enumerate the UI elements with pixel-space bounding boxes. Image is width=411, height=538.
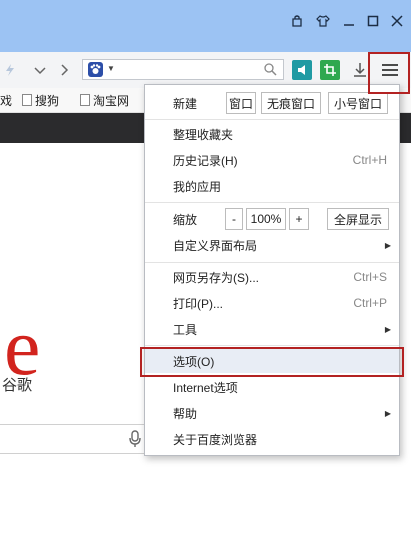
menu-item-help[interactable]: 帮助 ▶ [145,401,399,425]
menu-item-label: 网页另存为(S)... [173,270,259,285]
chevron-down-icon[interactable] [30,60,50,80]
menu-item-custom-layout[interactable]: 自定义界面布局 ▶ [145,233,399,257]
chevron-right-icon[interactable] [54,60,74,80]
bookmark-label: 戏 [0,93,13,108]
menu-shortcut: Ctrl+S [353,270,387,284]
new-window-button[interactable]: 窗口 [226,92,256,114]
menu-item-label: 打印(P)... [173,296,223,311]
zoom-out-button[interactable]: - [225,208,243,230]
menu-divider [145,345,399,346]
hamburger-menu-icon[interactable] [380,60,400,80]
menu-shortcut: Ctrl+H [352,153,387,167]
download-icon[interactable] [350,60,370,80]
menu-item-about[interactable]: 关于百度浏览器 [145,427,399,451]
zoom-in-button[interactable]: + [289,208,309,230]
menu-item-my-apps[interactable]: 我的应用 [145,174,399,198]
menu-item-label: 帮助 [173,406,198,421]
menu-divider [145,262,399,263]
submenu-arrow-icon: ▶ [384,408,391,418]
menu-item-internet-options[interactable]: Internet选项 [145,375,399,399]
menu-item-save-as[interactable]: 网页另存为(S)... Ctrl+S [145,265,399,289]
new-small-window-button[interactable]: 小号窗口 [328,92,388,114]
baidu-paw-icon [88,62,103,77]
menu-zoom-label: 缩放 [173,212,198,227]
zoom-level: 100% [246,208,286,230]
submenu-arrow-icon: ▶ [384,240,391,250]
menu-item-label: 工具 [173,322,198,337]
menu-item-print[interactable]: 打印(P)... Ctrl+P [145,291,399,315]
bookmark-label: 搜狗 [35,93,60,108]
engine-dropdown-icon[interactable]: ▼ [107,64,115,73]
menu-item-tools[interactable]: 工具 ▶ [145,317,399,341]
logo-subtitle: 谷歌 [2,377,33,394]
maximize-icon[interactable] [362,10,384,32]
menu-item-label: 我的应用 [173,179,222,194]
menu-item-history[interactable]: 历史记录(H) Ctrl+H [145,148,399,172]
menu-item-options[interactable]: 选项(O) [145,349,399,373]
microphone-icon[interactable] [128,430,142,453]
menu-divider [145,119,399,120]
menu-item-label: 自定义界面布局 [173,238,258,253]
menu-item-label: Internet选项 [173,380,238,395]
menu-item-label: 关于百度浏览器 [173,432,258,447]
bookmark-sogou[interactable]: 搜狗 [22,91,59,109]
menu-shortcut: Ctrl+P [353,296,387,310]
crop-icon[interactable] [320,60,340,80]
magnifier-icon[interactable] [263,62,277,79]
fullscreen-button[interactable]: 全屏显示 [327,208,389,230]
menu-new-label: 新建 [173,96,198,111]
menu-item-label: 历史记录(H) [173,153,238,168]
search-input[interactable]: ▼ [82,59,284,80]
menu-divider [145,202,399,203]
submenu-arrow-icon: ▶ [384,324,391,334]
shirt-icon[interactable] [312,10,334,32]
bookmark-label: 淘宝网 [93,93,130,108]
bookmark-taobao[interactable]: 淘宝网 [80,91,129,109]
sound-icon[interactable] [292,60,312,80]
skin-icon[interactable] [286,10,308,32]
page-icon [22,94,32,106]
new-incognito-window-button[interactable]: 无痕窗口 [261,92,321,114]
menu-item-label: 整理收藏夹 [173,127,234,142]
page-icon [80,94,90,106]
title-bar [0,0,411,52]
bookmark-partial[interactable]: 戏 [0,91,12,109]
menu-item-label: 选项(O) [173,354,215,369]
browser-menu: 新建 窗口 无痕窗口 小号窗口 整理收藏夹 历史记录(H) Ctrl+H 我的应… [144,84,400,456]
menu-item-organize-favorites[interactable]: 整理收藏夹 [145,122,399,146]
minimize-icon[interactable] [338,10,360,32]
close-icon[interactable] [386,10,408,32]
lightning-icon[interactable] [0,60,20,80]
